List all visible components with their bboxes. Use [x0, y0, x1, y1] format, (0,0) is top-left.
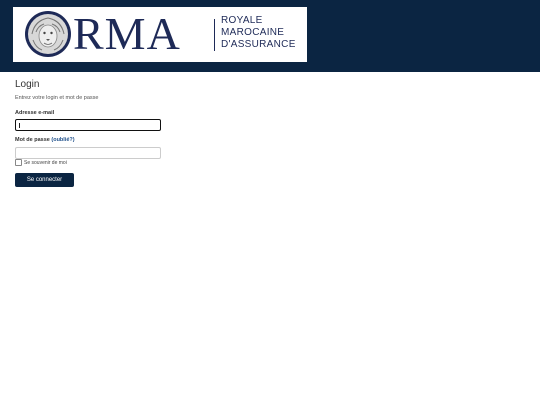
page-subtitle: Entrez votre login et mot de passe [15, 95, 99, 101]
remember-me-row: Se souvenir de moi [15, 159, 67, 166]
password-label: Mot de passe [15, 137, 50, 143]
login-form: Login Entrez votre login et mot de passe [15, 79, 315, 102]
remember-me-checkbox[interactable] [15, 159, 22, 166]
password-field[interactable] [15, 147, 161, 159]
tagline-line: MAROCAINE [221, 27, 285, 38]
logo-text: RMA [73, 8, 181, 59]
login-button[interactable]: Se connecter [15, 173, 74, 187]
logo-divider [214, 19, 215, 51]
text-caret [19, 123, 20, 128]
forgot-password-link[interactable]: (oublié?) [51, 137, 74, 143]
tagline-line: ROYALE [221, 15, 263, 26]
logo-tagline: ROYALE MAROCAINE D'ASSURANCE [221, 15, 296, 51]
remember-me-label: Se souvenir de moi [24, 159, 67, 166]
password-label-row: Mot de passe (oublié?) [15, 137, 75, 144]
email-label: Adresse e-mail [15, 110, 55, 116]
tagline-line: D'ASSURANCE [221, 39, 296, 50]
rma-logo: RMA ROYALE MAROCAINE D'ASSURANCE [13, 7, 307, 62]
page-title: Login [15, 79, 40, 90]
header-bar: RMA ROYALE MAROCAINE D'ASSURANCE [0, 0, 540, 72]
lion-emblem-icon [25, 11, 71, 57]
email-field[interactable] [15, 119, 161, 131]
